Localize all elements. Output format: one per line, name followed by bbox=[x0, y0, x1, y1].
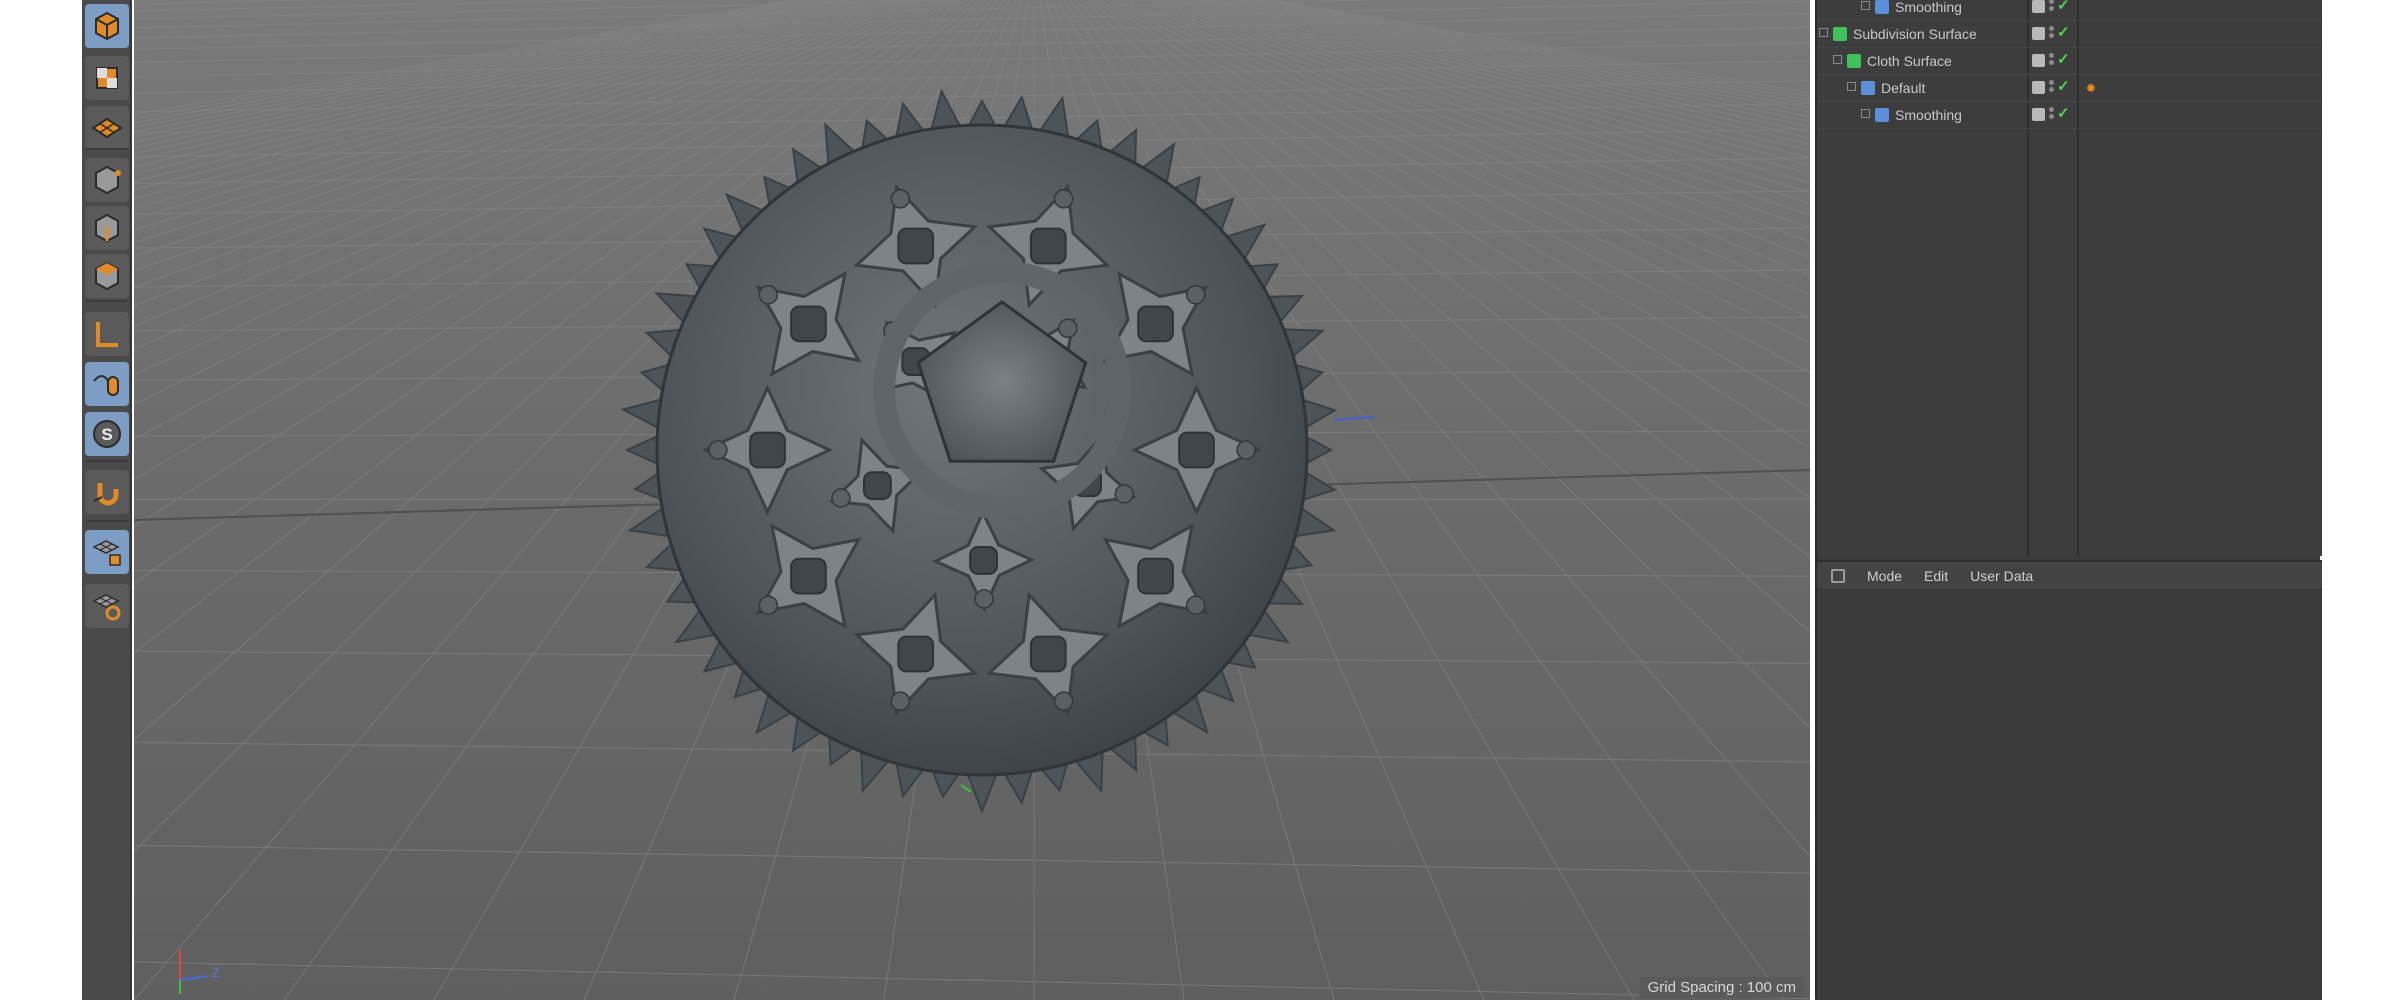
object-name[interactable]: Smoothing bbox=[1895, 0, 1962, 15]
enabled-check-icon[interactable]: ✓ bbox=[2057, 23, 2070, 41]
axis-mode-button[interactable] bbox=[85, 312, 129, 356]
snap-button[interactable] bbox=[85, 470, 129, 514]
grid-icon[interactable] bbox=[1831, 568, 1845, 583]
svg-text:S: S bbox=[101, 425, 112, 444]
axis-z-label: Z bbox=[212, 966, 219, 980]
object-tag-icon[interactable]: ⁕ bbox=[2085, 80, 2097, 97]
menu-user-data[interactable]: User Data bbox=[1970, 568, 2033, 584]
polygons-mode-button[interactable] bbox=[85, 254, 129, 298]
visibility-dots-icon[interactable] bbox=[2049, 80, 2054, 96]
enabled-check-icon[interactable]: ✓ bbox=[2057, 77, 2070, 95]
layer-checkbox[interactable] bbox=[2032, 81, 2045, 94]
object-row[interactable]: Default ✓ ⁕ bbox=[1817, 75, 2322, 102]
solo-mode-button[interactable]: S bbox=[85, 412, 129, 456]
workplane-mode-button[interactable] bbox=[85, 106, 129, 150]
visibility-controls: ✓ bbox=[2032, 23, 2072, 43]
3d-viewport[interactable]: Z Grid Spacing : 100 cm bbox=[134, 0, 1810, 1000]
right-panels: Smoothing ✓ Subdivision Surface ✓ Cloth Surf… bbox=[1815, 0, 2322, 1000]
viewport-scene bbox=[134, 0, 1810, 1000]
smoothing-tag-icon bbox=[1875, 0, 1889, 14]
workplane-button[interactable] bbox=[85, 584, 129, 628]
enabled-check-icon[interactable]: ✓ bbox=[2057, 0, 2070, 14]
visibility-controls: ✓ bbox=[2032, 0, 2072, 16]
object-name[interactable]: Default bbox=[1881, 80, 1925, 96]
tool-palette: S bbox=[82, 0, 132, 1000]
visibility-controls: ✓ bbox=[2032, 77, 2072, 97]
tweak-mode-icon bbox=[93, 375, 119, 396]
object-name[interactable]: Subdivision Surface bbox=[1853, 26, 1977, 42]
workplane-mode-icon bbox=[91, 117, 123, 139]
solo-mode-icon: S bbox=[93, 420, 121, 448]
cloth-surface-icon bbox=[1847, 54, 1861, 68]
attribute-manager-toolbar: Mode Edit User Data bbox=[1817, 560, 2322, 590]
edges-mode-icon bbox=[95, 213, 119, 243]
smoothing-tag-icon bbox=[1875, 108, 1889, 122]
menu-edit[interactable]: Edit bbox=[1924, 568, 1948, 584]
subdivision-surface-icon bbox=[1833, 27, 1847, 41]
layer-checkbox[interactable] bbox=[2032, 27, 2045, 40]
layer-checkbox[interactable] bbox=[2032, 108, 2045, 121]
edges-mode-button[interactable] bbox=[85, 206, 129, 250]
tree-toggle-icon[interactable] bbox=[1847, 82, 1856, 91]
snap-icon bbox=[93, 483, 119, 506]
object-row[interactable]: Smoothing ✓ bbox=[1817, 0, 2322, 21]
visibility-controls: ✓ bbox=[2032, 104, 2072, 124]
workplane-lock-button[interactable] bbox=[85, 530, 129, 574]
palette-separator bbox=[86, 520, 128, 522]
layer-checkbox[interactable] bbox=[2032, 0, 2045, 13]
tree-toggle-icon[interactable] bbox=[1861, 109, 1870, 118]
layer-checkbox[interactable] bbox=[2032, 54, 2045, 67]
tree-toggle-icon[interactable] bbox=[1833, 55, 1842, 64]
object-row[interactable]: Smoothing ✓ bbox=[1817, 102, 2322, 129]
tweak-mode-button[interactable] bbox=[85, 362, 129, 406]
texture-mode-button[interactable] bbox=[85, 56, 129, 100]
palette-separator bbox=[86, 300, 128, 302]
model-mode-icon bbox=[95, 11, 119, 41]
model-mode-button[interactable] bbox=[85, 4, 129, 48]
menu-mode[interactable]: Mode bbox=[1867, 568, 1902, 584]
texture-mode-icon bbox=[96, 67, 118, 89]
visibility-controls: ✓ bbox=[2032, 50, 2072, 70]
object-row[interactable]: Cloth Surface ✓ bbox=[1817, 48, 2322, 75]
visibility-dots-icon[interactable] bbox=[2049, 0, 2054, 15]
workplane-icon bbox=[92, 594, 121, 621]
grid-spacing-label: Grid Spacing : 100 cm bbox=[1639, 977, 1804, 998]
object-name[interactable]: Cloth Surface bbox=[1867, 53, 1952, 69]
tree-toggle-icon[interactable] bbox=[1861, 1, 1870, 10]
tree-toggle-icon[interactable] bbox=[1819, 28, 1828, 37]
axis-mode-icon bbox=[96, 322, 118, 347]
polygon-object-icon bbox=[1861, 81, 1875, 95]
palette-separator bbox=[86, 148, 128, 150]
polygons-mode-icon bbox=[95, 261, 119, 291]
object-name[interactable]: Smoothing bbox=[1895, 107, 1962, 123]
enabled-check-icon[interactable]: ✓ bbox=[2057, 104, 2070, 122]
object-row[interactable]: Subdivision Surface ✓ bbox=[1817, 21, 2322, 48]
points-mode-icon bbox=[95, 165, 121, 195]
palette-separator bbox=[86, 460, 128, 462]
visibility-dots-icon[interactable] bbox=[2049, 107, 2054, 123]
visibility-dots-icon[interactable] bbox=[2049, 53, 2054, 69]
attribute-manager: Mode Edit User Data bbox=[1817, 560, 2322, 1000]
axis-gizmo: Z bbox=[179, 950, 219, 994]
enabled-check-icon[interactable]: ✓ bbox=[2057, 50, 2070, 68]
object-manager: Smoothing ✓ Subdivision Surface ✓ Cloth Surf… bbox=[1817, 0, 2322, 556]
visibility-dots-icon[interactable] bbox=[2049, 26, 2054, 42]
points-mode-button[interactable] bbox=[85, 158, 129, 202]
workplane-lock-icon bbox=[92, 540, 121, 566]
